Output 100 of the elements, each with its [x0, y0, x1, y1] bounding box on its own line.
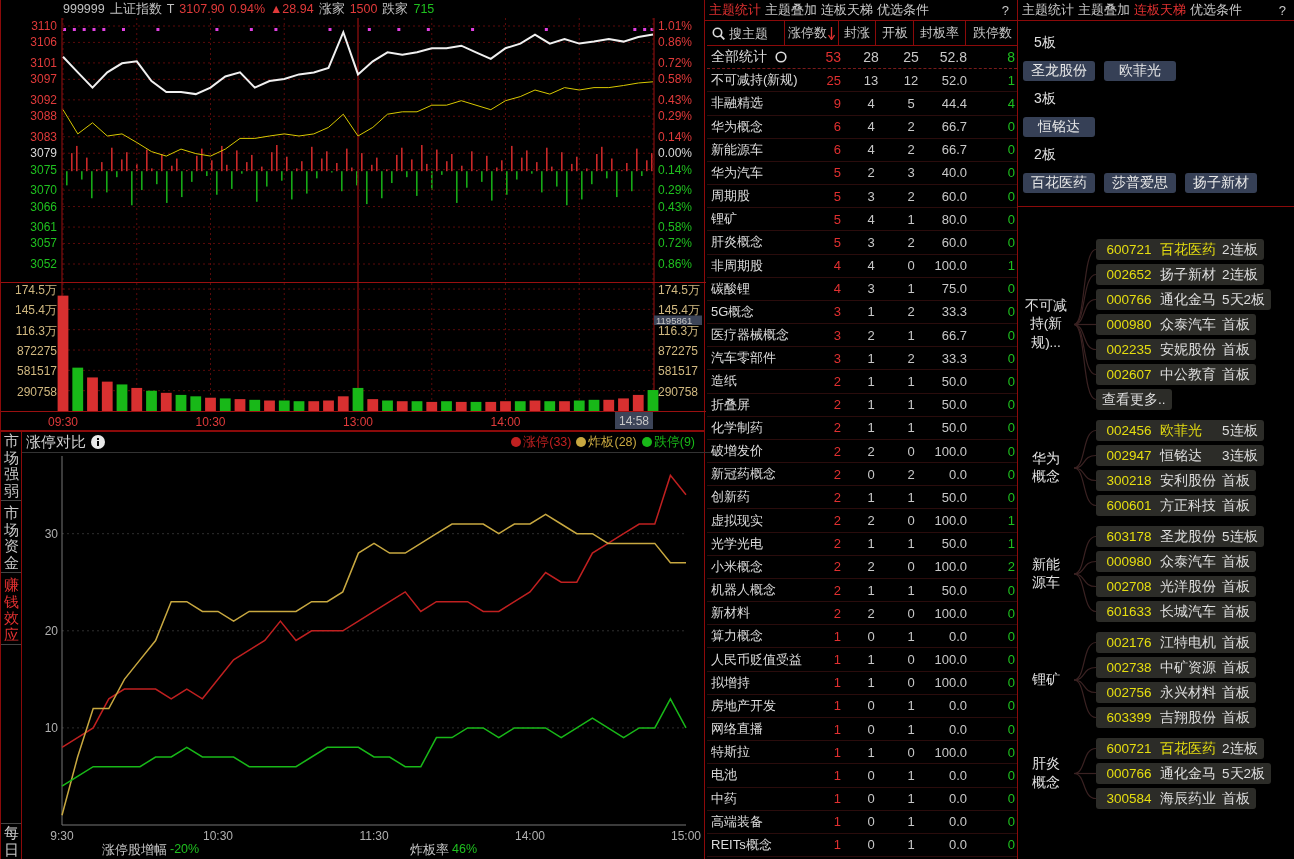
stock-item[interactable]: 000980 众泰汽车 首板 — [1096, 551, 1256, 572]
side-tab[interactable]: 市场资金 — [1, 504, 21, 573]
theme-name-cell[interactable]: 创新药 — [711, 488, 750, 507]
volume-bar — [603, 399, 615, 411]
stock-item[interactable]: 601633 长城汽车 首板 — [1096, 601, 1256, 622]
theme-name-cell[interactable]: 锂矿 — [711, 210, 737, 229]
theme-name-cell[interactable]: 5G概念 — [711, 302, 755, 321]
theme-name-cell[interactable]: 电池 — [711, 766, 737, 785]
theme-name-cell[interactable]: 不可减持(新规) — [711, 71, 798, 90]
theme-name-cell[interactable]: 造纸 — [711, 372, 737, 391]
theme-name-cell[interactable]: 新材料 — [711, 604, 750, 623]
table-cell-text: 33.3 — [940, 304, 967, 320]
stock-chip[interactable]: 百花医药 — [1023, 173, 1095, 193]
axis-label: 10 — [44, 720, 58, 735]
theme-name-cell[interactable]: 华为汽车 — [711, 163, 763, 182]
panel-tab[interactable]: 连板天梯 — [1134, 1, 1186, 19]
info-icon[interactable] — [91, 435, 105, 449]
stock-chip[interactable]: 扬子新材 — [1185, 173, 1257, 193]
theme-name-cell[interactable]: 虚拟现实 — [711, 511, 763, 530]
theme-name-cell[interactable]: REITs概念 — [711, 835, 772, 854]
stock-item[interactable]: 002456 欧菲光 5连板 — [1096, 420, 1264, 441]
panel-tab[interactable]: 优选条件 — [1190, 1, 1242, 19]
table-cell-text: 0.0 — [947, 628, 967, 644]
theme-name-cell[interactable]: 化学制药 — [711, 418, 763, 437]
stock-item[interactable]: 000766 通化金马 5天2板 — [1096, 763, 1272, 784]
theme-name-cell[interactable]: 中药 — [711, 789, 737, 808]
stock-item[interactable]: 002607 中公教育 首板 — [1096, 364, 1256, 385]
panel-tab[interactable]: 主题叠加 — [1078, 1, 1130, 19]
column-header[interactable]: 封板率 — [914, 21, 966, 45]
column-header[interactable]: 封涨 — [839, 21, 876, 45]
theme-name-cell[interactable]: 光学光电 — [711, 534, 763, 553]
stock-item[interactable]: 002652 扬子新材 2连板 — [1096, 264, 1264, 285]
theme-name-cell[interactable]: 破增发价 — [711, 442, 763, 460]
panel-tab[interactable]: 主题统计 — [1022, 1, 1074, 19]
table-cell-text: 6 — [832, 119, 841, 135]
panel-tab[interactable]: 优选条件 — [877, 1, 929, 19]
stock-item[interactable]: 002756 永兴材料 首板 — [1096, 682, 1256, 703]
table-cell-text: 66.7 — [940, 142, 967, 158]
theme-name-cell[interactable]: 汽车零部件 — [711, 349, 776, 368]
stock-chip[interactable]: 圣龙股份 — [1023, 61, 1095, 81]
table-cell-text: 0.0 — [947, 791, 967, 807]
theme-name-cell[interactable]: 网络直播 — [711, 720, 763, 739]
table-cell-text: 3 — [832, 327, 841, 343]
table-cell-text: 5 — [832, 188, 841, 204]
theme-name-cell[interactable]: 高端装备 — [711, 812, 763, 831]
stock-item[interactable]: 002947 恒铭达 3连板 — [1096, 445, 1264, 466]
column-header[interactable]: 跌停数 — [966, 21, 1018, 45]
volume-bar — [116, 384, 128, 411]
theme-name-cell[interactable]: 折叠屏 — [711, 395, 750, 414]
stock-item[interactable]: 000980 众泰汽车 首板 — [1096, 314, 1256, 335]
stock-item[interactable]: 300584 海辰药业 首板 — [1096, 788, 1256, 809]
stock-item[interactable]: 603178 圣龙股份 5连板 — [1096, 526, 1264, 547]
panel-tab[interactable]: 主题统计 — [709, 1, 761, 19]
stock-chip[interactable]: 莎普爱思 — [1104, 173, 1176, 193]
more-button[interactable]: 查看更多.. — [1096, 389, 1172, 410]
stock-item[interactable]: 600721 百花医药 2连板 — [1096, 738, 1264, 759]
side-tab[interactable]: 市场强弱 — [1, 432, 21, 501]
panel-tab[interactable]: 主题叠加 — [765, 1, 817, 19]
panel-tab[interactable]: 连板天梯 — [821, 1, 873, 19]
stock-chip[interactable]: 欧菲光 — [1104, 61, 1176, 81]
stock-chip[interactable]: 恒铭达 — [1023, 117, 1095, 137]
theme-name-cell[interactable]: 医疗器械概念 — [711, 326, 789, 345]
theme-name-cell[interactable]: 非周期股 — [711, 256, 763, 275]
theme-name-cell[interactable]: 周期股 — [711, 187, 750, 206]
theme-name-cell[interactable]: 算力概念 — [711, 627, 763, 646]
table-cell-text: 0 — [906, 652, 916, 668]
column-header[interactable]: 开板 — [876, 21, 914, 45]
column-header[interactable]: 涨停数 — [785, 21, 839, 45]
search-field[interactable]: 搜主题 — [729, 25, 784, 41]
stock-item[interactable]: 000766 通化金马 5天2板 — [1096, 289, 1272, 310]
theme-name-cell[interactable]: 机器人概念 — [711, 581, 776, 600]
stock-item[interactable]: 600721 百花医药 2连板 — [1096, 239, 1264, 260]
stock-item[interactable]: 300218 安利股份 首板 — [1096, 470, 1256, 491]
table-cell-text: 4 — [1006, 95, 1016, 111]
help-button[interactable]: ? — [1278, 2, 1286, 18]
theme-name-cell[interactable]: 新冠药概念 — [711, 465, 776, 484]
circle-icon[interactable] — [775, 51, 787, 64]
theme-name-cell[interactable]: 小米概念 — [711, 557, 763, 576]
theme-name-cell[interactable]: 全部统计 — [711, 48, 767, 67]
theme-name-cell[interactable]: 华为概念 — [711, 117, 763, 136]
help-button[interactable]: ? — [1001, 2, 1009, 18]
theme-name-cell[interactable]: 拟增持 — [711, 673, 750, 692]
theme-name-cell[interactable]: 新能源车 — [711, 140, 763, 159]
stock-item[interactable]: 600601 方正科技 首板 — [1096, 495, 1256, 516]
theme-name-cell[interactable]: 房地产开发 — [711, 696, 776, 715]
table-cell-text: 0 — [866, 767, 876, 783]
side-tab[interactable]: 每日 — [1, 823, 21, 859]
stock-item[interactable]: 603399 吉翔股份 首板 — [1096, 707, 1256, 728]
theme-name-cell[interactable]: 人民币贬值受益 — [711, 650, 802, 669]
stock-item[interactable]: 002176 江特电机 首板 — [1096, 632, 1256, 653]
stock-item[interactable]: 002235 安妮股份 首板 — [1096, 339, 1256, 360]
theme-name-cell[interactable]: 碳酸锂 — [711, 279, 750, 298]
stock-item[interactable]: 002708 光洋股份 首板 — [1096, 576, 1256, 597]
theme-name-cell[interactable]: 特斯拉 — [711, 743, 750, 762]
theme-name-cell[interactable]: 肝炎概念 — [711, 233, 763, 252]
theme-name-cell[interactable]: 非融精选 — [711, 94, 763, 113]
side-tab[interactable]: 赚钱效应 — [1, 576, 21, 645]
table-cell-text: 1 — [866, 536, 876, 552]
table-cell-text: 1 — [906, 281, 916, 297]
stock-item[interactable]: 002738 中矿资源 首板 — [1096, 657, 1256, 678]
